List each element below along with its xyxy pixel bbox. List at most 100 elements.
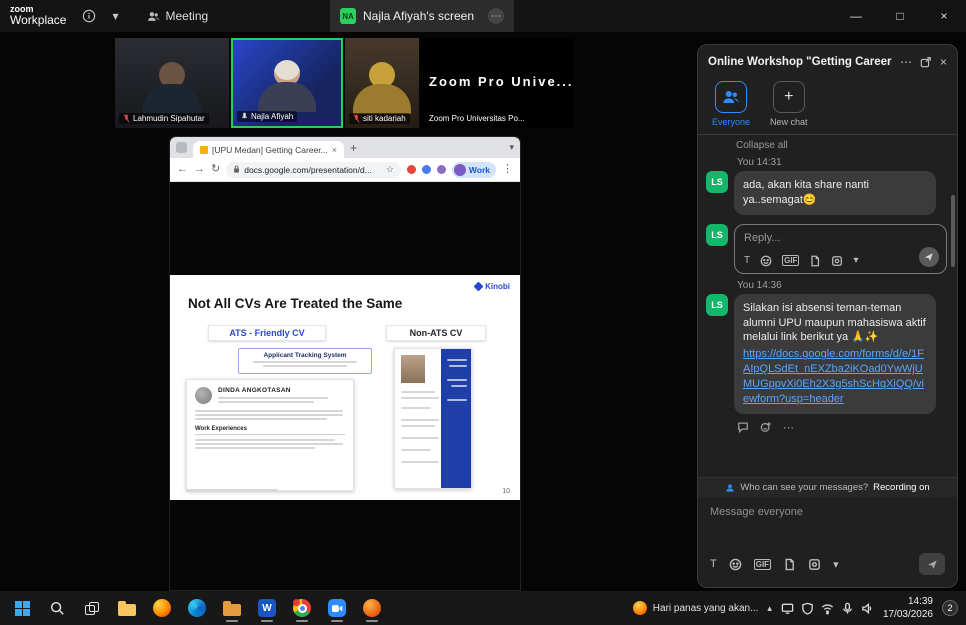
orange-app-button[interactable]: [358, 594, 386, 622]
monitor-icon[interactable]: [781, 602, 794, 615]
reply-composer-row: LS Reply... T GIF ▾: [706, 224, 947, 274]
zoom-button[interactable]: [323, 594, 351, 622]
emoji-icon[interactable]: [729, 558, 742, 571]
extension-icon[interactable]: [437, 165, 446, 174]
message-link[interactable]: https://docs.google.com/forms/d/e/1FAIpQ…: [743, 347, 927, 406]
tab-najla-screen[interactable]: NA Najla Afiyah's screen ⋯: [330, 0, 514, 32]
new-tab-button[interactable]: +: [350, 141, 357, 155]
text-line-placeholder: [451, 385, 467, 387]
file-icon[interactable]: [809, 255, 821, 267]
tab-options-icon[interactable]: ⋯: [488, 8, 504, 24]
video-tile-najla-active-speaker[interactable]: Najla Afiyah: [231, 38, 343, 128]
info-icon[interactable]: [82, 9, 96, 23]
text-line-placeholder: [263, 365, 347, 367]
tab-search-icon[interactable]: ▾: [509, 142, 514, 153]
notification-count-badge[interactable]: 2: [942, 600, 958, 616]
back-icon[interactable]: ←: [177, 164, 188, 175]
cv-section-heading: Work Experiences: [195, 426, 345, 435]
text-line-placeholder: [401, 397, 439, 399]
reload-icon[interactable]: ↻: [211, 164, 220, 175]
ats-friendly-header: ATS - Friendly CV: [208, 325, 326, 341]
avatar[interactable]: LS: [706, 171, 728, 193]
avatar[interactable]: LS: [706, 294, 728, 316]
collapse-all-control[interactable]: Collapse all: [736, 140, 947, 151]
screenshot-icon[interactable]: [831, 255, 843, 267]
browser-tab-title: [UPU Medan] Getting Career...: [212, 145, 328, 155]
task-view-button[interactable]: [78, 594, 106, 622]
message-input[interactable]: Message everyone: [698, 497, 957, 553]
screenshot-icon[interactable]: [808, 558, 821, 571]
extension-icon[interactable]: [407, 165, 416, 174]
reply-input[interactable]: Reply... T GIF ▾: [734, 224, 947, 274]
minimize-button[interactable]: —: [834, 0, 878, 32]
text-line-placeholder: [195, 410, 343, 412]
chat-privacy-status[interactable]: Who can see your messages? Recording on: [698, 477, 957, 497]
emoji-icon[interactable]: [760, 255, 772, 267]
forward-icon[interactable]: →: [194, 164, 205, 175]
chat-close-icon[interactable]: ×: [940, 55, 947, 69]
close-button[interactable]: ×: [922, 0, 966, 32]
video-tile-siti[interactable]: siti kadariah: [345, 38, 419, 128]
lock-icon: [233, 165, 240, 174]
participant-silhouette: [353, 62, 411, 114]
chat-more-icon[interactable]: ⋯: [900, 55, 912, 69]
format-icon[interactable]: T: [744, 255, 750, 266]
browser-address-bar: ← → ↻ docs.google.com/presentation/d... …: [170, 158, 520, 182]
word-button[interactable]: W: [253, 594, 281, 622]
volume-icon[interactable]: [861, 602, 874, 615]
maximize-button[interactable]: □: [878, 0, 922, 32]
new-chat-button[interactable]: + New chat: [770, 81, 808, 127]
mic-icon: [241, 112, 248, 121]
hidden-icons-chevron[interactable]: ▴: [767, 603, 772, 614]
text-line-placeholder: [195, 447, 315, 449]
browser-tab-presentation[interactable]: [UPU Medan] Getting Career... ×: [193, 141, 344, 158]
message-more-icon[interactable]: ⋯: [783, 421, 794, 434]
browser-menu-icon[interactable]: ⋮: [502, 164, 513, 175]
tab-close-icon[interactable]: ×: [332, 145, 337, 155]
tab-everyone[interactable]: Everyone: [712, 81, 750, 127]
titlebar-dropdown-icon[interactable]: ▾: [112, 9, 118, 23]
more-tools-icon[interactable]: ▾: [833, 558, 839, 571]
network-icon[interactable]: [821, 602, 834, 615]
url-field[interactable]: docs.google.com/presentation/d... ☆: [226, 162, 401, 178]
edge-button[interactable]: [183, 594, 211, 622]
time: 14:39: [883, 595, 933, 608]
file-explorer-button[interactable]: [113, 594, 141, 622]
add-reaction-icon[interactable]: [760, 421, 772, 433]
participant-name-badge: Lahmudin Sipahutar: [119, 113, 209, 124]
message-bubble[interactable]: ada, akan kita share nanti ya..semagat😊: [734, 171, 936, 215]
search-button[interactable]: [43, 594, 71, 622]
zoom-icon: [328, 599, 346, 617]
tab-groups-icon[interactable]: [176, 142, 187, 153]
news-widget[interactable]: Hari panas yang akan...: [633, 601, 759, 615]
reply-in-thread-icon[interactable]: [737, 421, 749, 433]
weather-news-icon: [633, 601, 647, 615]
more-tools-icon[interactable]: ▾: [853, 255, 858, 266]
plus-icon: +: [773, 81, 805, 113]
firefox-button[interactable]: [148, 594, 176, 622]
participant-name: Najla Afiyah: [251, 112, 293, 121]
video-tile-zoom-pro[interactable]: Zoom Pro Unive... Zoom Pro Universitas P…: [421, 38, 573, 128]
chat-scrollbar[interactable]: [951, 195, 955, 267]
bookmark-star-icon[interactable]: ☆: [386, 164, 394, 175]
mic-icon[interactable]: [841, 602, 854, 615]
shield-icon[interactable]: [801, 602, 814, 615]
extension-icon[interactable]: [422, 165, 431, 174]
format-icon[interactable]: T: [710, 558, 717, 570]
tab-meeting[interactable]: Meeting: [147, 9, 209, 23]
video-tile-lahmudin[interactable]: Lahmudin Sipahutar: [115, 38, 229, 128]
message-bubble[interactable]: Silakan isi absensi teman-teman alumni U…: [734, 294, 936, 414]
chat-message-list: Collapse all You 14:31 LS ada, akan kita…: [698, 135, 957, 477]
reply-send-button[interactable]: [919, 247, 939, 267]
gif-icon[interactable]: GIF: [754, 559, 771, 570]
pop-out-icon[interactable]: [920, 56, 932, 68]
file-icon[interactable]: [783, 558, 796, 571]
taskbar-clock[interactable]: 14:39 17/03/2026: [883, 595, 933, 621]
send-button[interactable]: [919, 553, 945, 575]
start-button[interactable]: [8, 594, 36, 622]
meeting-tab-label: Meeting: [166, 9, 209, 23]
browser-profile-chip[interactable]: Work: [452, 162, 496, 178]
chrome-button[interactable]: [288, 594, 316, 622]
folder-app-button[interactable]: [218, 594, 246, 622]
gif-icon[interactable]: GIF: [782, 255, 799, 266]
